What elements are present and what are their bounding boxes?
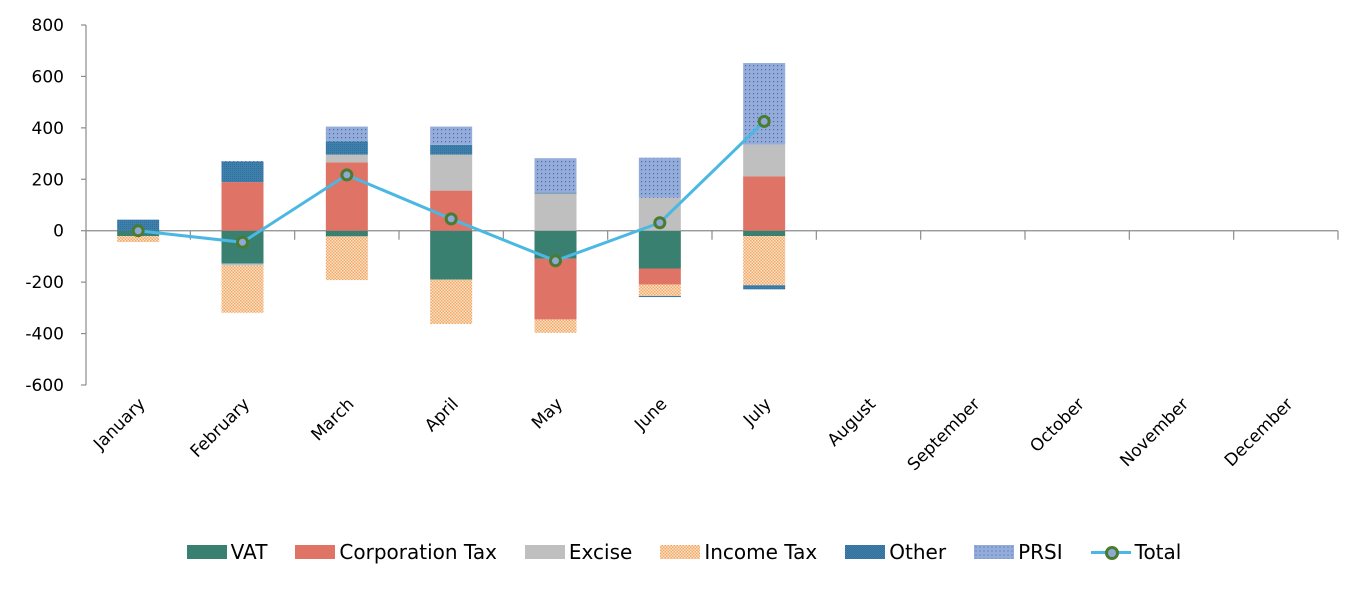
bar-income-tax	[638, 284, 681, 297]
x-tick-label: September	[904, 394, 985, 475]
y-tick-label: 200	[32, 170, 64, 190]
bar-excise	[221, 263, 264, 266]
total-point	[131, 224, 145, 238]
x-tick-label: December	[1221, 394, 1297, 470]
y-tick-label: -600	[25, 376, 64, 396]
legend-label: Total	[1134, 540, 1182, 564]
legend-swatch	[974, 545, 1015, 559]
bar-excise	[325, 154, 368, 163]
bar-other	[430, 144, 473, 155]
legend-item-excise: Excise	[524, 540, 633, 564]
legend-swatch	[295, 545, 336, 559]
legend-item-corporation-tax: Corporation Tax	[295, 540, 497, 564]
bar-prsi	[430, 126, 473, 145]
bar-vat	[743, 230, 786, 237]
bar-corporation-tax	[638, 268, 681, 285]
x-tick-label: July	[739, 394, 775, 430]
bar-corporation-tax	[221, 182, 264, 231]
bar-prsi	[638, 157, 681, 198]
x-tick-label: January	[89, 394, 149, 454]
bar-excise	[534, 192, 577, 231]
legend-label: Corporation Tax	[339, 540, 497, 564]
legend-swatch	[186, 545, 227, 559]
bar-other	[743, 285, 786, 290]
legend-swatch	[845, 545, 886, 559]
legend-item-prsi: PRSI	[974, 540, 1063, 564]
legend-swatch	[524, 545, 565, 559]
x-tick-label: August	[824, 394, 880, 450]
legend-swatch	[1090, 545, 1131, 560]
bar-income-tax	[430, 279, 473, 325]
total-point	[549, 254, 562, 268]
legend-item-other: Other	[845, 540, 946, 564]
y-tick-label: 400	[32, 119, 64, 139]
bar-vat	[430, 230, 473, 280]
y-tick-label: 600	[32, 67, 64, 87]
bar-income-tax	[534, 319, 577, 333]
legend-label: VAT	[230, 540, 268, 564]
x-tick-label: May	[528, 394, 567, 433]
legend-swatch	[660, 545, 701, 559]
x-tick-label: June	[630, 394, 671, 435]
bar-other	[221, 161, 264, 183]
y-tick-label: 0	[53, 222, 64, 242]
y-tick-label: -400	[25, 325, 64, 345]
y-tick-label: -200	[25, 273, 64, 293]
total-point	[653, 216, 667, 230]
axes	[81, 24, 1339, 386]
y-tick-label: 800	[32, 16, 64, 36]
bar-income-tax	[221, 265, 264, 313]
bar-prsi	[325, 126, 368, 142]
legend-label: PRSI	[1018, 540, 1063, 564]
bar-prsi	[743, 63, 786, 145]
legend-label: Other	[889, 540, 947, 564]
x-tick-label: November	[1116, 394, 1193, 471]
x-tick-label: February	[187, 394, 254, 461]
bar-excise	[743, 144, 786, 177]
bar-other	[638, 296, 681, 298]
legend: VAT Corporation Tax Excise Income Tax Other P…	[0, 536, 1368, 568]
x-tick-label: October	[1026, 394, 1088, 456]
total-point	[340, 168, 354, 182]
legend-label: Excise	[568, 540, 633, 564]
legend-item-vat: VAT	[186, 540, 268, 564]
bar-corporation-tax	[743, 176, 786, 231]
bar-prsi	[221, 161, 264, 162]
bar-vat	[325, 230, 368, 237]
chart: 800 600 400 200 0 -200 -400 -600 January February…	[25, 16, 1339, 475]
bar-corporation-tax	[534, 258, 577, 320]
total-point	[236, 235, 249, 249]
bar-income-tax	[743, 236, 786, 286]
legend-item-income-tax: Income Tax	[660, 540, 817, 564]
x-tick-label: April	[421, 394, 463, 436]
bar-vat	[638, 230, 681, 269]
legend-item-total: Total	[1090, 540, 1182, 564]
total-point	[757, 114, 771, 128]
x-tick-label: March	[308, 394, 359, 445]
bar-other	[325, 141, 368, 155]
total-point	[444, 212, 458, 226]
bar-excise	[430, 154, 473, 191]
bar-income-tax	[325, 236, 368, 281]
bar-prsi	[534, 158, 577, 193]
bar-other	[534, 192, 577, 194]
legend-label: Income Tax	[704, 540, 818, 564]
